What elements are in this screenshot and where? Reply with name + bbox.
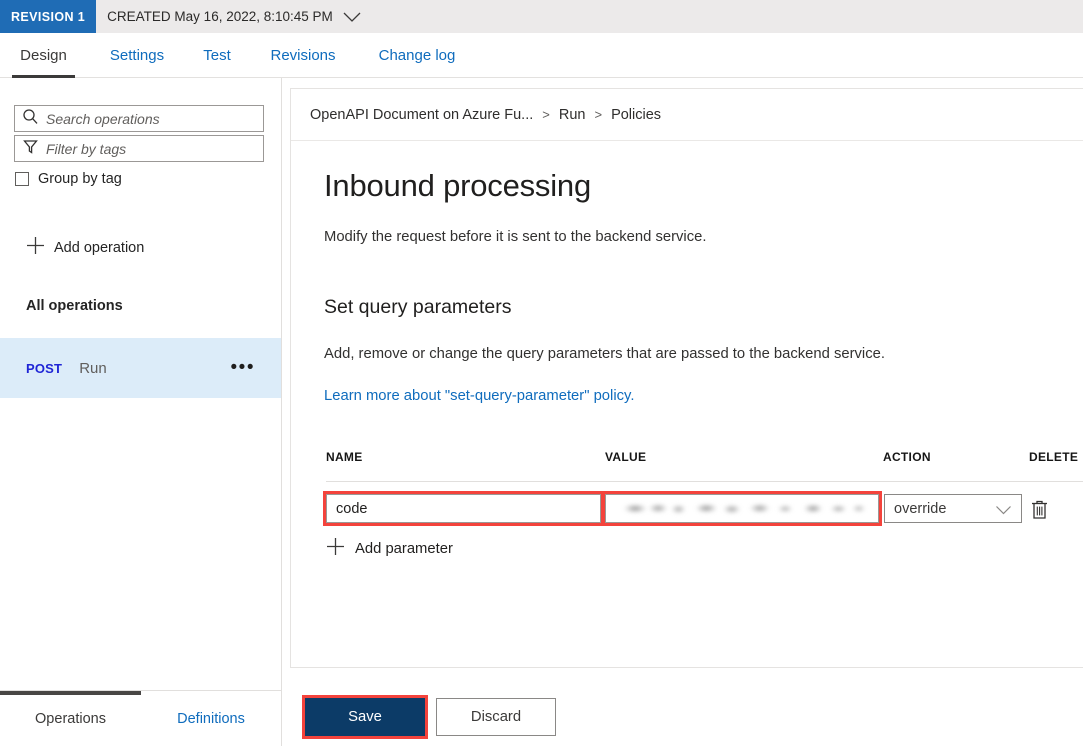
table-row: code override [323,482,1083,534]
add-operation-button[interactable]: Add operation [26,236,144,260]
breadcrumb-separator: > [594,107,603,122]
checkbox-box [15,172,29,186]
discard-button[interactable]: Discard [436,698,556,736]
revision-created-label: CREATED May 16, 2022, 8:10:45 PM [107,9,333,24]
tab-design[interactable]: Design [6,33,81,78]
operation-list-item-run[interactable]: POST Run ••• [0,338,281,398]
operations-sidebar: Search operations Filter by tags Group b… [0,78,282,746]
sidebar-tab-operations-label: Operations [35,710,106,727]
tab-revisions-label: Revisions [270,47,336,64]
redacted-value [615,502,869,515]
primary-tab-strip: Design Settings Test Revisions Change lo… [0,33,1083,78]
column-header-name: NAME [326,450,363,464]
search-operations-placeholder: Search operations [46,110,160,127]
revision-badge: REVISION 1 [0,0,97,33]
add-parameter-button[interactable]: Add parameter [326,537,453,561]
chevron-down-icon[interactable] [342,11,362,23]
tab-settings-label: Settings [109,47,165,64]
search-icon [22,108,39,130]
policy-content-panel: OpenAPI Document on Azure Fu... > Run > … [290,88,1083,668]
breadcrumb-item-operation[interactable]: Run [559,107,586,123]
section-title: Set query parameters [324,296,512,318]
filter-by-tags-placeholder: Filter by tags [46,140,127,157]
query-parameters-table: NAME VALUE ACTION DELETE code override [323,450,1083,534]
breadcrumb-item-policies[interactable]: Policies [611,107,661,123]
filter-by-tags-input[interactable]: Filter by tags [14,135,264,162]
breadcrumb-item-api[interactable]: OpenAPI Document on Azure Fu... [310,107,533,123]
tab-design-label: Design [20,47,67,64]
breadcrumb-separator: > [542,107,550,122]
all-operations-heading: All operations [26,298,123,314]
parameter-value-input[interactable] [602,491,882,526]
tab-settings[interactable]: Settings [96,33,178,78]
column-header-value: VALUE [605,450,647,464]
page-title: Inbound processing [324,168,591,203]
parameter-name-value: code [336,500,368,517]
parameter-action-value: override [894,500,947,517]
section-description: Add, remove or change the query paramete… [324,346,885,362]
trash-icon[interactable] [1030,499,1049,525]
tab-test[interactable]: Test [190,33,244,78]
tab-change-log[interactable]: Change log [361,33,473,78]
tab-change-log-label: Change log [378,47,456,64]
ellipsis-icon[interactable]: ••• [231,358,255,377]
save-button-label: Save [348,709,382,725]
plus-icon [26,236,45,260]
tab-test-label: Test [203,47,231,64]
funnel-icon [22,138,39,160]
group-by-tag-checkbox[interactable]: Group by tag [15,171,122,187]
search-operations-input[interactable]: Search operations [14,105,264,132]
parameter-action-dropdown[interactable]: override [884,494,1022,523]
save-button[interactable]: Save [302,695,428,739]
plus-icon [326,537,345,561]
breadcrumb: OpenAPI Document on Azure Fu... > Run > … [291,89,1083,141]
group-by-tag-label: Group by tag [38,171,122,187]
sidebar-tab-definitions-label: Definitions [177,710,245,727]
operation-method: POST [26,360,63,376]
chevron-down-icon [995,504,1012,520]
parameter-name-input[interactable]: code [323,491,604,526]
tab-revisions[interactable]: Revisions [257,33,349,78]
sidebar-tab-operations[interactable]: Operations [0,691,141,746]
page-subtitle: Modify the request before it is sent to … [324,229,707,245]
add-operation-label: Add operation [54,240,145,256]
table-header-row: NAME VALUE ACTION DELETE [326,450,1083,482]
column-header-action: ACTION [883,450,931,464]
revision-created-text: CREATED May 16, 2022, 8:10:45 PM [96,0,362,33]
revision-bar: REVISION 1 CREATED May 16, 2022, 8:10:45… [0,0,1083,33]
operation-name: Run [79,359,107,377]
discard-button-label: Discard [470,709,522,725]
policy-body: Inbound processing Modify the request be… [324,141,1083,405]
add-parameter-label: Add parameter [355,541,453,557]
learn-more-link[interactable]: Learn more about "set-query-parameter" p… [324,362,634,404]
sidebar-tab-definitions[interactable]: Definitions [141,691,281,746]
sidebar-bottom-tabs: Operations Definitions [0,690,281,746]
column-header-delete: DELETE [1029,450,1079,464]
